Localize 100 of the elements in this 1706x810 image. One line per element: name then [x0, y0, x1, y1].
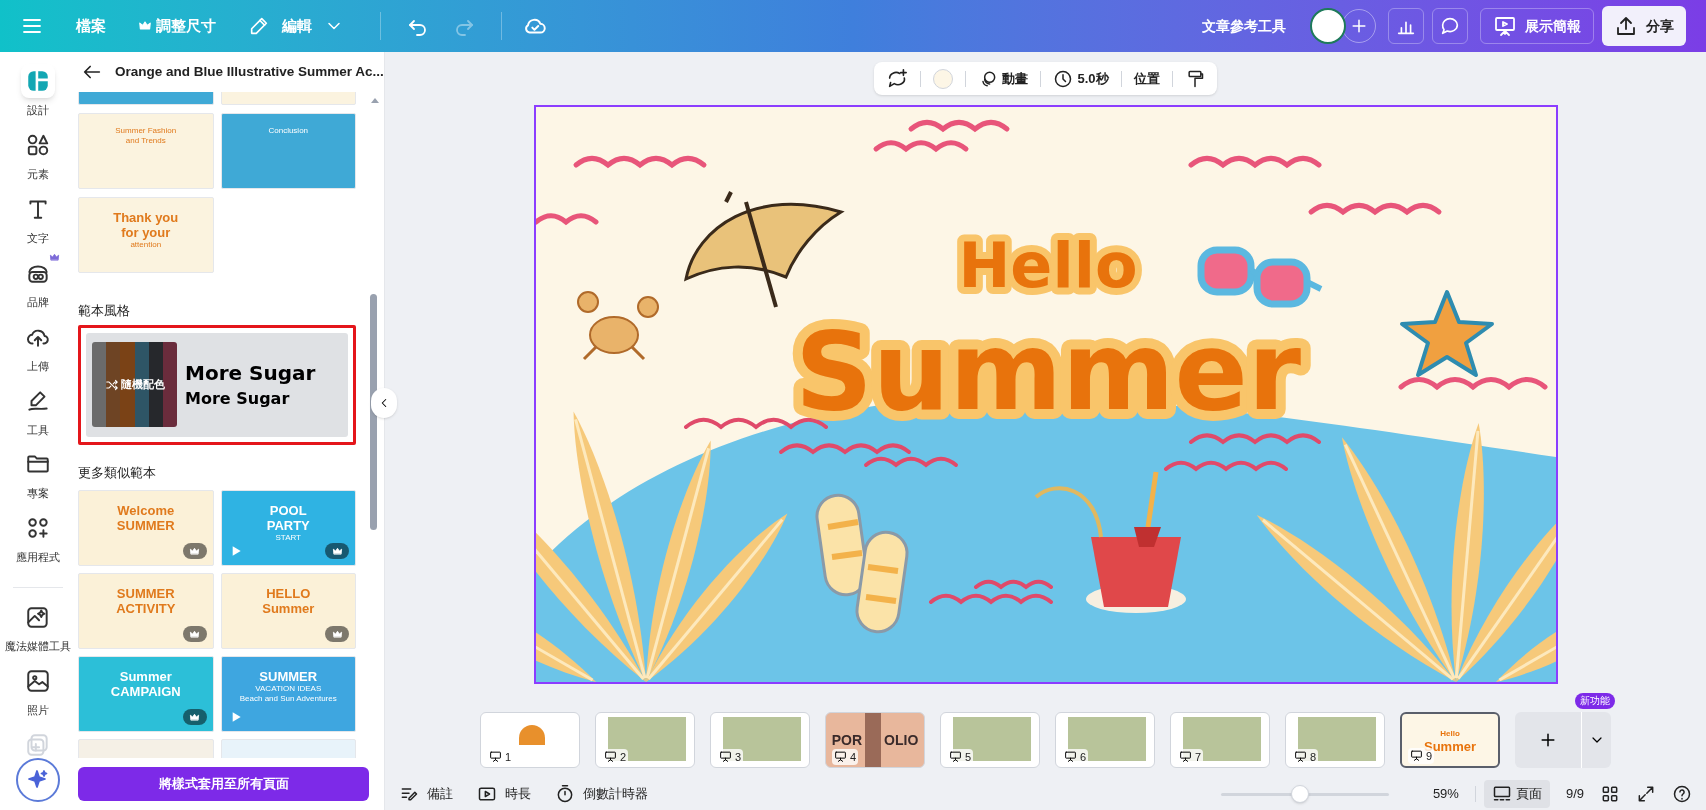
page-number: 6: [1080, 749, 1087, 765]
rail-item[interactable]: 應用程式: [1, 511, 74, 576]
page-thumbnail[interactable]: 3: [710, 712, 810, 768]
template-text: POOL: [269, 503, 307, 518]
template-text: Summer: [119, 669, 172, 684]
portfolio-text: POR: [831, 730, 863, 750]
avatar[interactable]: [1310, 8, 1346, 44]
scrollbar-thumb[interactable]: [370, 294, 377, 530]
magic-assistant-button[interactable]: [15, 758, 60, 802]
rail-item[interactable]: 魔法媒體工具: [1, 600, 74, 665]
rail-item[interactable]: 元素: [1, 127, 74, 192]
crown-icon: [189, 545, 200, 557]
page-thumbnail[interactable]: Hello Summer 9: [1400, 712, 1500, 768]
page-thumbnail[interactable]: 2: [595, 712, 695, 768]
template-text: Beach and Sun Adventures: [239, 694, 337, 704]
page-thumbnail[interactable]: POR OLIO 4: [825, 712, 925, 768]
page-thumbnail[interactable]: 1: [480, 712, 580, 768]
template-text: ACTIVITY: [116, 601, 176, 616]
page-thumbnail[interactable]: 7: [1170, 712, 1270, 768]
template-thumbnail[interactable]: [220, 92, 356, 105]
crown-icon: [48, 251, 60, 263]
help-icon[interactable]: [1672, 784, 1692, 804]
presenter-icon: [949, 750, 962, 764]
present-button[interactable]: 展示簡報: [1480, 8, 1594, 44]
presenter-icon: [719, 750, 732, 764]
duration-button[interactable]: 時長: [477, 784, 531, 804]
zoom-reading: 59%: [1431, 785, 1459, 804]
page-thumbnail[interactable]: 6: [1055, 712, 1155, 768]
pencil-icon: [248, 15, 270, 37]
animate-button[interactable]: 動畫: [978, 68, 1029, 89]
rail-item[interactable]: 品牌: [1, 255, 74, 320]
template-thumbnail[interactable]: [78, 92, 214, 105]
comment-button[interactable]: [1432, 8, 1468, 44]
portfolio-text: OLIO: [884, 730, 919, 750]
thumbnail-text: Hello: [1440, 728, 1460, 740]
page-number: 3: [735, 749, 742, 765]
duration-button[interactable]: 5.0秒: [1053, 68, 1109, 89]
crown-icon: [189, 711, 200, 723]
page-thumbnail[interactable]: 8: [1285, 712, 1385, 768]
grid-view-icon[interactable]: [1600, 784, 1620, 804]
page-number: 5: [965, 749, 972, 765]
template-text: Conclusion: [268, 126, 309, 136]
template-text: CAMPAIGN: [110, 684, 181, 699]
rail-item[interactable]: 照片: [1, 664, 74, 729]
rail-item[interactable]: 文字: [1, 191, 74, 256]
presentation-icon: [1493, 14, 1517, 38]
burger-icon: [519, 725, 545, 745]
timer-button[interactable]: 倒數計時器: [555, 784, 648, 804]
rail-item[interactable]: 工具: [1, 383, 74, 448]
chart-button[interactable]: [1388, 8, 1424, 44]
position-button[interactable]: 位置: [1133, 68, 1160, 89]
style-card[interactable]: 隨機配色 More Sugar More Sugar: [86, 332, 348, 437]
comment-icon: [1439, 15, 1461, 37]
page-number: 4: [850, 749, 857, 765]
fullscreen-icon[interactable]: [1636, 784, 1656, 804]
presenter-icon: [1064, 750, 1077, 764]
timer-icon: [555, 784, 575, 804]
rail-item[interactable]: 上傳: [1, 319, 74, 384]
page-count: 9/9: [1565, 785, 1584, 804]
collapse-panel-button[interactable]: [371, 388, 397, 418]
page-thumbnail[interactable]: 5: [940, 712, 1040, 768]
heading-font-sample: More Sugar: [185, 360, 316, 385]
template-text: SUMMER: [259, 669, 318, 684]
template-text: Thank you: [113, 210, 179, 225]
photo-placeholder: [865, 713, 882, 767]
page-number: 2: [620, 749, 627, 765]
scroll-up-icon[interactable]: [371, 98, 379, 103]
crown-icon: [331, 628, 343, 640]
presenter-icon: [834, 750, 847, 764]
color-palette[interactable]: 隨機配色: [92, 342, 177, 427]
design-icon: [20, 64, 55, 98]
share-button[interactable]: 分享: [1602, 6, 1686, 46]
pages-button[interactable]: 頁面: [1483, 780, 1550, 808]
page-number: 8: [1310, 749, 1317, 765]
rail-item[interactable]: 設計: [1, 64, 74, 128]
template-text: Summer Fashion: [115, 126, 177, 136]
zoom-slider-thumb[interactable]: [1290, 784, 1309, 803]
play-icon: [477, 784, 497, 804]
template-text: SUMMER: [116, 518, 175, 533]
template-text: VACATION IDEAS: [255, 684, 322, 694]
template-text: Summer: [262, 601, 315, 616]
apply-style-button[interactable]: 將樣式套用至所有頁面: [78, 767, 369, 801]
template-text: PARTY: [266, 518, 310, 533]
crown-icon: [331, 545, 343, 557]
comment-add-icon[interactable]: [886, 67, 909, 90]
rail-item[interactable]: 專案: [1, 447, 74, 512]
page-layout-icon: [1491, 784, 1512, 804]
new-feature-badge: 新功能: [1575, 693, 1615, 709]
template-text: for your: [121, 225, 171, 240]
notes-button[interactable]: 備註: [399, 784, 453, 804]
template-text: and Trends: [125, 136, 166, 146]
tool-label[interactable]: 文章參考工具: [1202, 15, 1286, 37]
section-heading: 範本風格: [78, 302, 131, 320]
body-font-sample: More Sugar: [185, 388, 291, 409]
background-color-swatch[interactable]: [933, 68, 954, 89]
presenter-icon: [1179, 750, 1192, 764]
presenter-icon: [489, 750, 502, 764]
template-text: Welcome: [117, 503, 175, 518]
template-text: HELLO: [266, 586, 311, 601]
add-layers-icon[interactable]: [24, 732, 51, 759]
